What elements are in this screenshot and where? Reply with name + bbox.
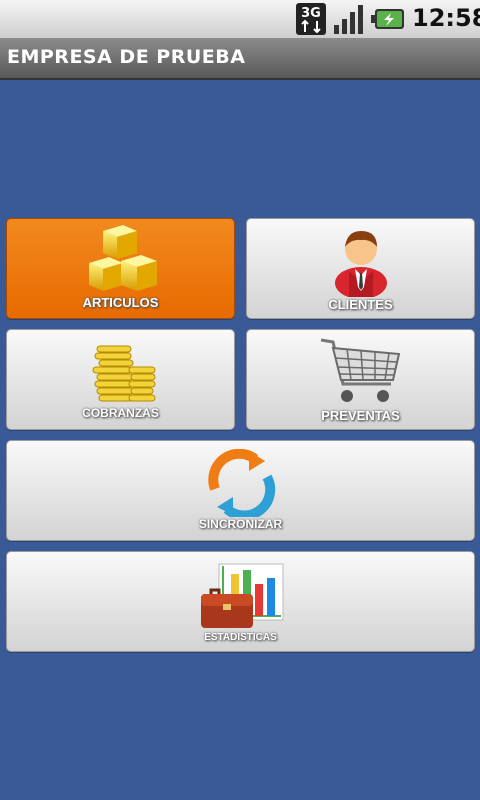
briefcase-chart-icon	[201, 563, 284, 628]
articulos-button[interactable]: ARTICULOS	[6, 218, 235, 319]
sync-arrows-icon	[208, 449, 276, 517]
sincronizar-label: SINCRONIZAR	[198, 517, 283, 531]
articulos-label: ARTICULOS	[82, 295, 159, 310]
app-title: EMPRESA DE PRUEBA	[7, 46, 246, 68]
preventas-label: PREVENTAS	[321, 408, 400, 423]
battery-charging-icon	[371, 9, 404, 29]
network-3g-icon: 3G	[296, 3, 326, 35]
clientes-label: CLIENTES	[328, 297, 393, 312]
estadisticas-button[interactable]: ESTADISTICAS	[6, 551, 475, 652]
clientes-button[interactable]: CLIENTES	[246, 218, 475, 319]
estadisticas-label: ESTADISTICAS	[204, 632, 277, 643]
title-bar: EMPRESA DE PRUEBA	[0, 38, 480, 80]
status-bar: 3G 12:58	[0, 0, 480, 38]
network-type-label: 3G	[301, 6, 321, 21]
preventas-button[interactable]: PREVENTAS	[246, 329, 475, 430]
client-person-icon	[335, 231, 387, 297]
cobranzas-label: COBRANZAS	[82, 406, 159, 420]
status-time: 12:58	[412, 4, 480, 32]
coins-icon	[92, 345, 156, 402]
cobranzas-button[interactable]: COBRANZAS	[6, 329, 235, 430]
sincronizar-button[interactable]: SINCRONIZAR	[6, 440, 475, 541]
signal-strength-icon	[334, 5, 363, 34]
boxes-icon	[89, 225, 157, 291]
shopping-cart-icon	[320, 338, 401, 402]
